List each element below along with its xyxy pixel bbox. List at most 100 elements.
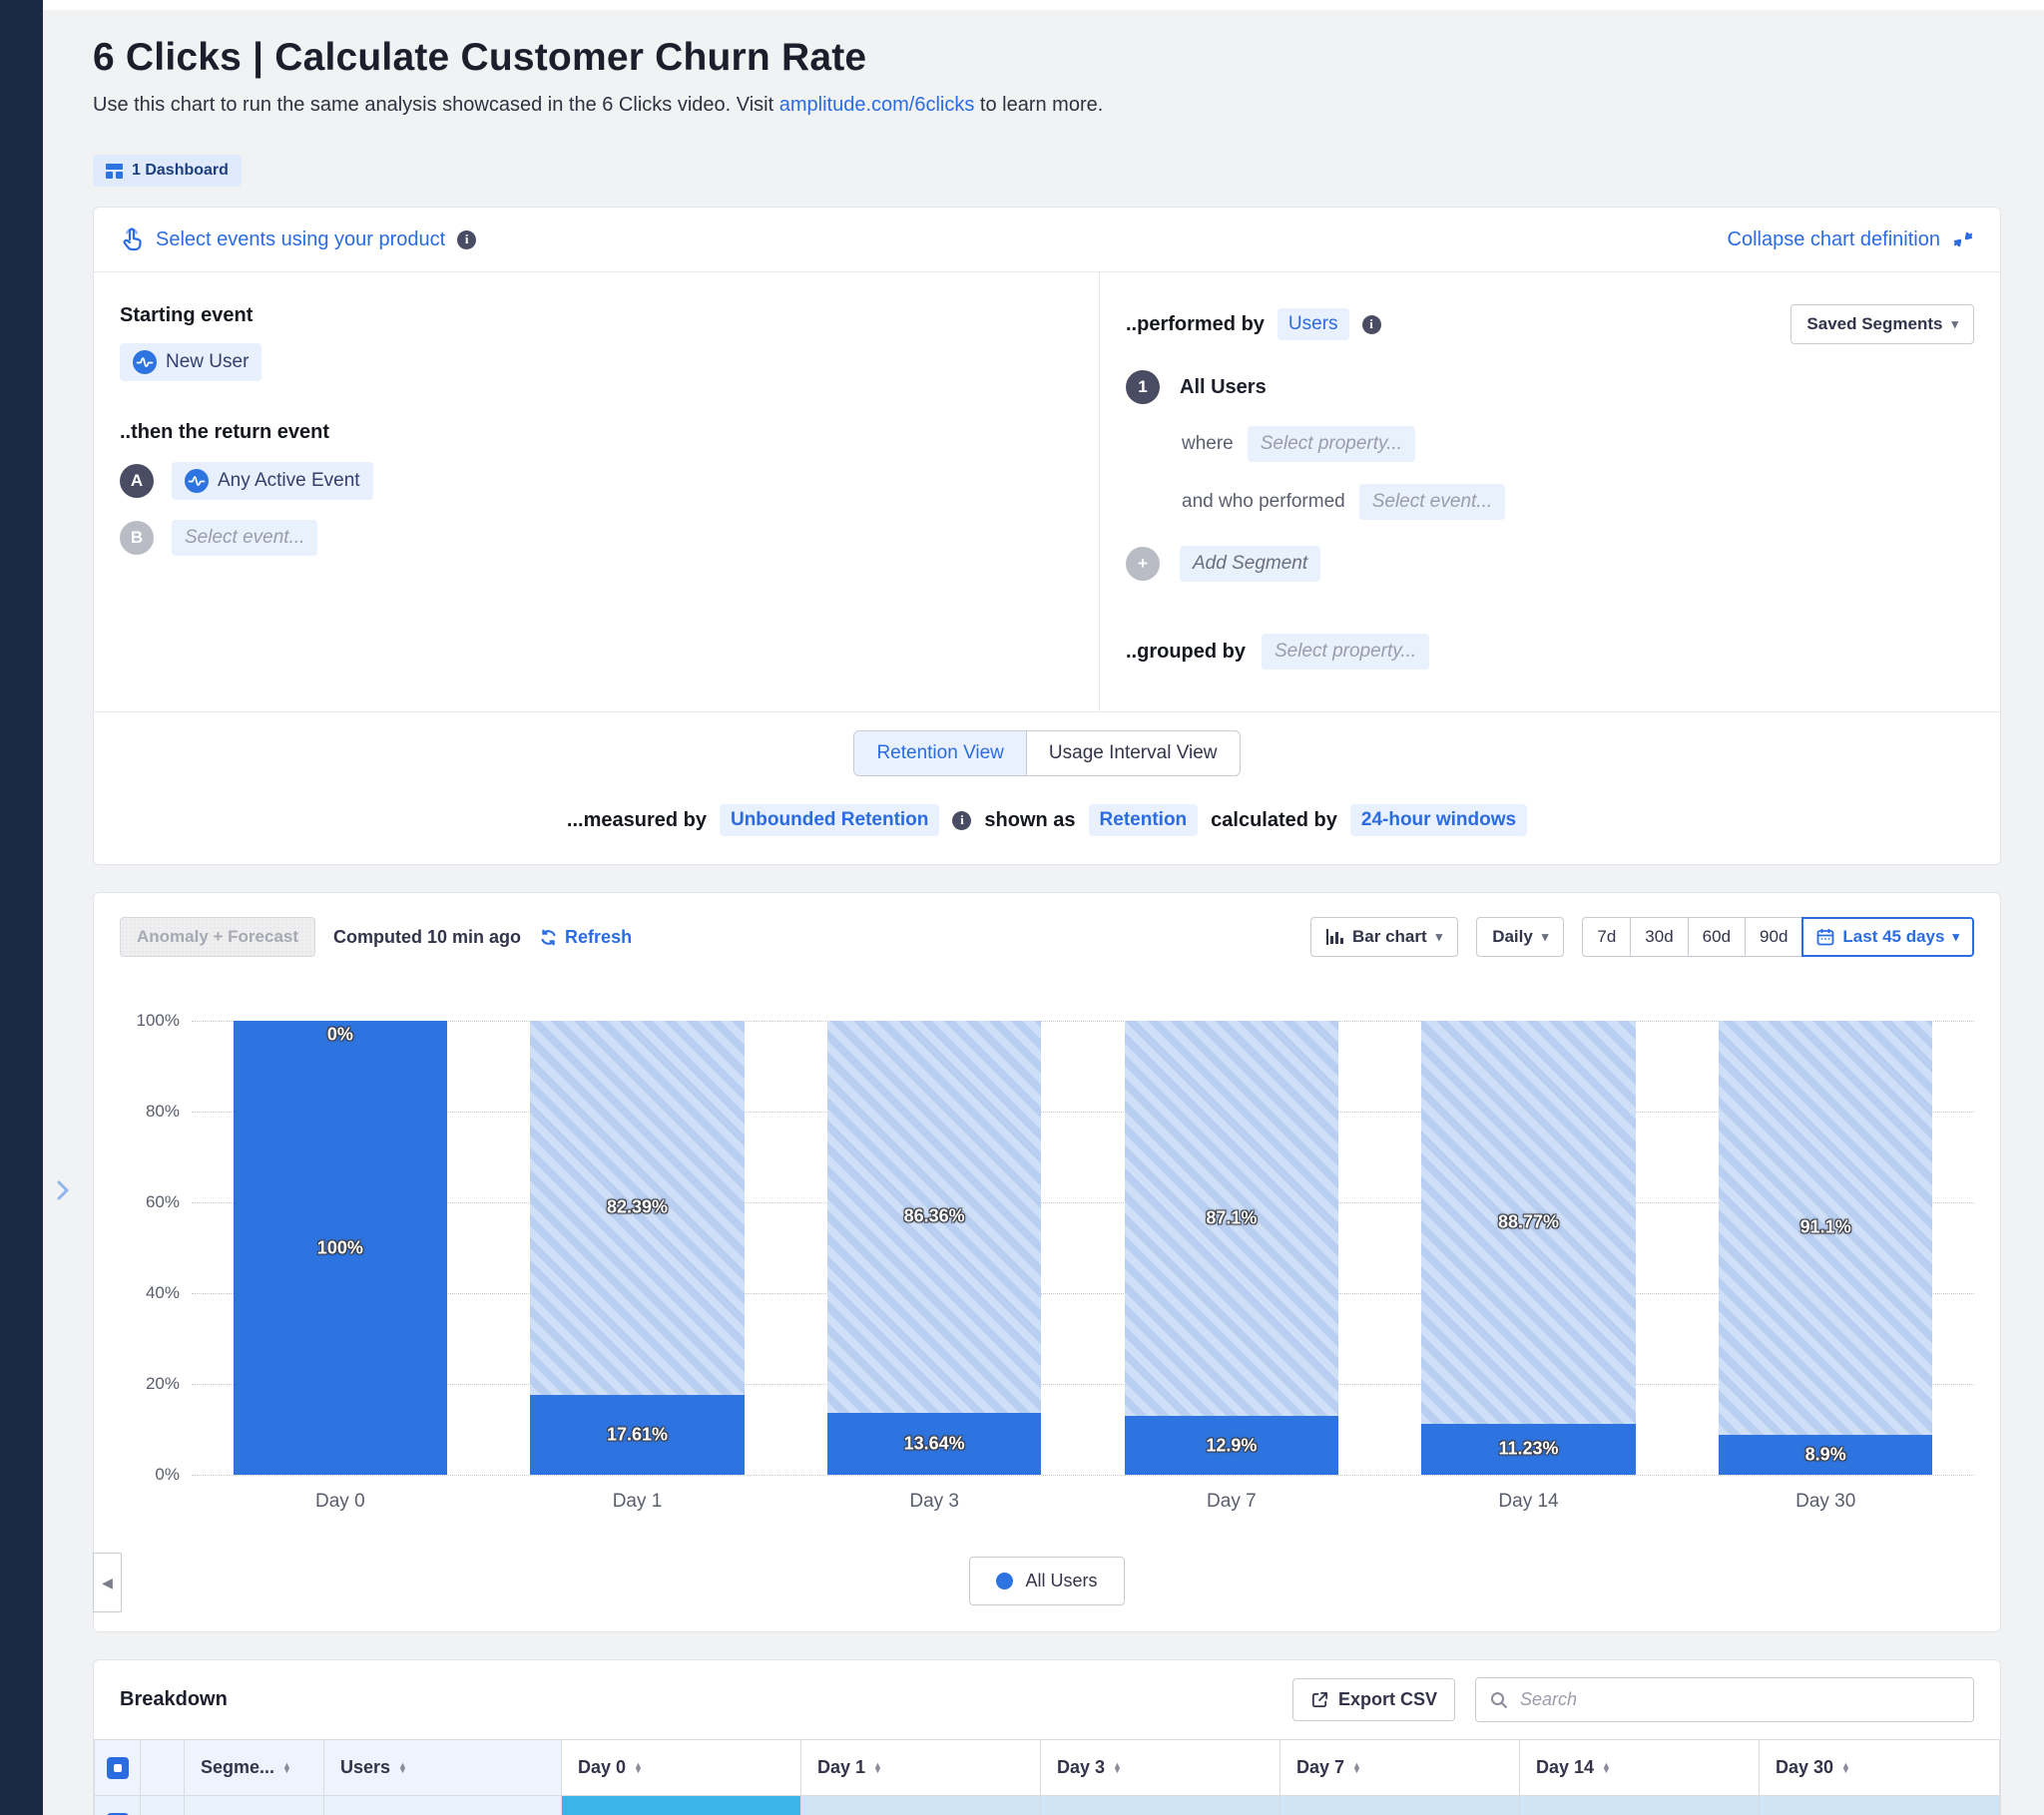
grouped-by-placeholder[interactable]: Select property... <box>1262 634 1429 670</box>
select-events-link[interactable]: Select events using your product <box>156 228 445 251</box>
computed-timestamp: Computed 10 min ago <box>333 927 521 948</box>
dashboard-badge-label: 1 Dashboard <box>132 162 229 180</box>
range-90d-button[interactable]: 90d <box>1745 917 1802 957</box>
select-all-cell <box>95 1740 141 1796</box>
app-sidebar[interactable] <box>0 0 43 1815</box>
sort-icon: ▲▼ <box>873 1763 882 1774</box>
performed-by-users-chip[interactable]: Users <box>1278 308 1349 340</box>
expand-sidebar-chevron-icon[interactable] <box>50 1175 76 1205</box>
users-column-header[interactable]: Users▲▼ <box>324 1740 562 1796</box>
return-event-chip[interactable]: Any Active Event <box>172 462 373 500</box>
churn-value-label: 87.1% <box>1206 1208 1257 1229</box>
where-property-placeholder[interactable]: Select property... <box>1248 426 1415 462</box>
starting-event-name: New User <box>166 351 249 373</box>
shown-as-selector[interactable]: Retention <box>1089 804 1199 836</box>
day-column-header[interactable]: Day 7▲▼ <box>1280 1740 1520 1796</box>
expander-header-cell <box>141 1740 185 1796</box>
day-column-header[interactable]: Day 1 ▲▼ <box>801 1740 1041 1796</box>
add-segment-button[interactable]: Add Segment <box>1180 546 1320 582</box>
interval-dropdown[interactable]: Daily ▾ <box>1476 917 1564 957</box>
event-b-badge: B <box>120 521 154 555</box>
search-input[interactable] <box>1518 1688 1959 1711</box>
date-range-group: 7d 30d 60d 90d Last 45 days ▾ <box>1582 917 1974 957</box>
info-icon[interactable]: i <box>1362 315 1381 334</box>
where-label: where <box>1182 433 1234 455</box>
6clicks-link[interactable]: amplitude.com/6clicks <box>779 94 975 116</box>
tab-usage-interval-view[interactable]: Usage Interval View <box>1027 731 1240 775</box>
day-column-header[interactable]: Day 0 ▲▼ <box>562 1740 801 1796</box>
legend-all-users[interactable]: All Users <box>969 1557 1124 1605</box>
day-column-header[interactable]: Day 14▲▼ <box>1520 1740 1760 1796</box>
select-event-placeholder[interactable]: Select event... <box>172 520 317 556</box>
retention-chart: 100%80%60%40%20%0% 0%100%82.39%17.61%86.… <box>94 1021 2000 1475</box>
range-60d-button[interactable]: 60d <box>1688 917 1746 957</box>
y-tick-label: 40% <box>146 1283 180 1303</box>
refresh-button[interactable]: Refresh <box>539 927 632 948</box>
x-tick-label: Day 0 <box>192 1491 489 1513</box>
page-title: 6 Clicks | Calculate Customer Churn Rate <box>93 36 2001 80</box>
day-column-label: Day 1 <box>817 1757 865 1777</box>
info-icon[interactable]: i <box>952 811 971 830</box>
measure-selector[interactable]: Unbounded Retention <box>720 804 939 836</box>
table-data-row: ▶ All Users 38,051 100%17.6%13.6%12.9%11… <box>95 1796 2000 1815</box>
collapse-panel-handle[interactable]: ◀ <box>93 1553 122 1612</box>
day-value-cell: 8.90% <box>1760 1796 2000 1815</box>
measured-by-row: ...measured by Unbounded Retention i sho… <box>94 788 2000 864</box>
collapse-arrows-icon[interactable] <box>1952 228 1974 250</box>
y-tick-label: 60% <box>146 1192 180 1212</box>
segment-column-header[interactable]: Segme...▲▼ <box>185 1740 324 1796</box>
saved-segments-button[interactable]: Saved Segments ▾ <box>1790 304 1974 344</box>
chevron-down-icon: ▾ <box>1542 929 1549 945</box>
who-performed-placeholder[interactable]: Select event... <box>1359 484 1505 520</box>
export-csv-button[interactable]: Export CSV <box>1292 1678 1455 1721</box>
y-tick-label: 100% <box>137 1011 180 1031</box>
tab-retention-view[interactable]: Retention View <box>854 731 1026 775</box>
retention-bar-day-30[interactable]: 91.1%8.9% <box>1719 1021 1932 1475</box>
churn-value-label: 88.77% <box>1498 1211 1559 1232</box>
retention-bar-day-1[interactable]: 82.39%17.61% <box>530 1021 744 1475</box>
chart-type-dropdown[interactable]: Bar chart ▾ <box>1310 917 1458 957</box>
chevron-down-icon: ▾ <box>1952 929 1959 945</box>
bar-column: 0%100% <box>192 1021 489 1475</box>
starting-event-label: Starting event <box>120 304 1073 327</box>
breakdown-search[interactable] <box>1475 1677 1974 1722</box>
retention-value-label: 17.61% <box>607 1424 668 1445</box>
y-tick-label: 80% <box>146 1102 180 1122</box>
date-range-picker[interactable]: Last 45 days ▾ <box>1801 917 1974 957</box>
starting-event-chip[interactable]: New User <box>120 343 261 381</box>
return-event-name: Any Active Event <box>218 470 360 492</box>
day-column-header[interactable]: Day 30▲▼ <box>1760 1740 2000 1796</box>
retention-value-label: 8.9% <box>1805 1444 1846 1465</box>
interval-label: Daily <box>1492 927 1533 947</box>
sort-icon: ▲▼ <box>398 1763 407 1774</box>
range-7d-button[interactable]: 7d <box>1582 917 1631 957</box>
segment-column-label: Segme... <box>201 1757 274 1777</box>
retention-bar-day-7[interactable]: 87.1% 12.9% <box>1125 1021 1338 1475</box>
dashboard-badge[interactable]: 1 Dashboard <box>93 155 242 187</box>
x-tick-label: Day 3 <box>785 1491 1083 1513</box>
select-all-checkbox[interactable] <box>107 1757 129 1779</box>
add-segment-plus-icon[interactable]: + <box>1126 547 1160 581</box>
day-column-label: Day 0 <box>578 1757 626 1777</box>
performed-by-label: ..performed by <box>1126 313 1265 336</box>
window-selector[interactable]: 24-hour windows <box>1350 804 1527 836</box>
definition-body: Starting event New User ..then the retur… <box>94 272 2000 711</box>
subtitle-suffix: to learn more. <box>974 94 1103 116</box>
day-column-header[interactable]: Day 3▲▼ <box>1041 1740 1280 1796</box>
main-content: 6 Clicks | Calculate Customer Churn Rate… <box>93 10 2001 1815</box>
info-icon[interactable]: i <box>457 230 476 249</box>
segments-panel: ..performed by Users i Saved Segments ▾ … <box>1099 272 2000 711</box>
collapse-definition-link[interactable]: Collapse chart definition <box>1728 228 1940 251</box>
breakdown-card: Breakdown Export CSV <box>93 1659 2001 1815</box>
sort-icon: ▲▼ <box>634 1763 643 1774</box>
retention-value-label: 12.9% <box>1206 1435 1257 1456</box>
retention-value-label: 13.64% <box>904 1433 965 1454</box>
event-a-badge: A <box>120 464 154 498</box>
range-30d-button[interactable]: 30d <box>1630 917 1688 957</box>
top-bar <box>43 0 2044 10</box>
retention-bar-day-3[interactable]: 86.36%13.64% <box>827 1021 1041 1475</box>
anomaly-forecast-button[interactable]: Anomaly + Forecast <box>120 917 315 957</box>
day-value-cell: 17.6% <box>801 1796 1041 1815</box>
retention-bar-day-0[interactable]: 0%100% <box>234 1021 447 1475</box>
retention-bar-day-14[interactable]: 88.77%11.23% <box>1421 1021 1635 1475</box>
